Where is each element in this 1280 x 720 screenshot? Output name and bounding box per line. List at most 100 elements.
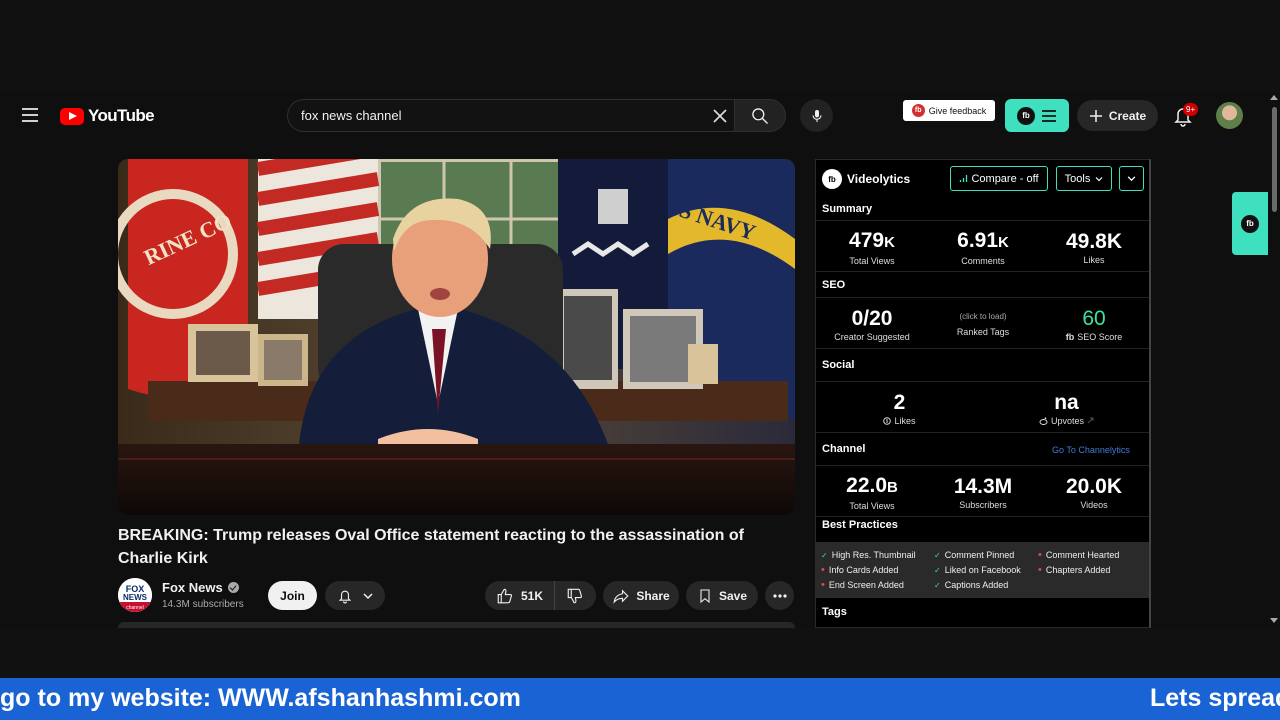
- bottom-letterbox: [0, 628, 1280, 678]
- social-likes: 2 Likes: [816, 382, 983, 434]
- scroll-up-arrow-icon[interactable]: [1270, 95, 1278, 100]
- tags-heading: Tags: [822, 606, 847, 618]
- seo-score-label: SEO Score: [1077, 331, 1123, 342]
- panel-collapse-button[interactable]: [1119, 166, 1144, 191]
- social-row: 2 Likes na Upvotes: [816, 381, 1149, 434]
- channel-subscribers: 14.3M subscribers: [162, 599, 244, 610]
- seo-creator-suggested-value: 0/20: [851, 306, 893, 330]
- chevron-down-icon: [363, 592, 373, 599]
- bar-chart-icon: [960, 175, 968, 182]
- bp-label: Liked on Facebook: [944, 565, 1021, 575]
- scroll-down-arrow-icon[interactable]: [1270, 618, 1278, 623]
- go-to-channelytics-link[interactable]: Go To Channelytics: [1052, 445, 1130, 455]
- seo-creator-suggested: 0/20 Creator Suggested: [816, 298, 928, 350]
- videolytics-header: fb Videolytics Compare - off Tools: [816, 160, 1149, 198]
- bp-end-screen-added: End Screen Added: [821, 580, 904, 590]
- channel-subscribers-label: Subscribers: [959, 499, 1007, 510]
- summary-views-label: Total Views: [849, 255, 895, 266]
- seo-score: 60 fb SEO Score: [1038, 298, 1149, 350]
- search-button[interactable]: [734, 99, 786, 132]
- channel-videos-label: Videos: [1080, 499, 1108, 510]
- video-player[interactable]: RINE CO S NAVY: [118, 159, 795, 515]
- tools-dropdown-button[interactable]: Tools: [1056, 166, 1112, 191]
- channel-subscribers: 14.3M Subscribers: [928, 466, 1038, 518]
- clear-search-icon[interactable]: [708, 104, 732, 128]
- fox-logo-text-bot: channel: [126, 605, 144, 611]
- seo-creator-suggested-label: Creator Suggested: [834, 331, 910, 342]
- share-arrow-icon: [613, 588, 629, 604]
- dislike-button[interactable]: [555, 581, 595, 610]
- channel-avatar[interactable]: FOX NEWS channel: [118, 578, 152, 612]
- save-button[interactable]: Save: [686, 581, 758, 610]
- like-button[interactable]: 51K: [485, 581, 555, 610]
- compare-toggle-button[interactable]: Compare - off: [950, 166, 1048, 191]
- create-button[interactable]: Create: [1077, 100, 1158, 131]
- plus-icon: [1089, 109, 1102, 122]
- voice-search-button[interactable]: [800, 99, 833, 132]
- like-count: 51K: [520, 588, 543, 603]
- summary-views-value: 479: [849, 228, 885, 252]
- seo-row: 0/20 Creator Suggested (click to load) R…: [816, 297, 1149, 350]
- bp-label: Comment Hearted: [1045, 550, 1120, 560]
- tools-label: Tools: [1064, 172, 1091, 185]
- social-likes-value: 2: [893, 390, 906, 414]
- videolytics-toggle-button[interactable]: fb: [1005, 99, 1069, 132]
- hamburger-menu-icon[interactable]: [18, 103, 42, 127]
- videolytics-logo-icon: fb: [1017, 106, 1035, 125]
- external-link-icon[interactable]: [1087, 417, 1094, 424]
- summary-likes-label: Likes: [1083, 254, 1105, 265]
- summary-views-unit: K: [884, 233, 895, 251]
- feedback-logo-icon: fb: [911, 104, 925, 117]
- seo-ranked-tags-label: Ranked Tags: [956, 326, 1010, 337]
- bp-label: Info Cards Added: [828, 565, 899, 575]
- bp-label: Chapters Added: [1045, 565, 1111, 575]
- chevron-down-icon: [1127, 176, 1136, 182]
- summary-comments-label: Comments: [961, 255, 1005, 266]
- videolytics-brand: fb Videolytics: [822, 169, 910, 189]
- fox-logo-text-mid: NEWS: [123, 593, 148, 602]
- bp-label: High Res. Thumbnail: [831, 550, 916, 560]
- youtube-logo[interactable]: YouTube: [60, 104, 155, 128]
- ticker-next-text: Lets spread: [1150, 684, 1280, 712]
- like-dislike-group: 51K: [485, 581, 596, 610]
- videolytics-side-tab[interactable]: fb: [1232, 192, 1268, 255]
- channel-total-views: 22.0B Total Views: [816, 466, 928, 518]
- bp-label: Captions Added: [944, 580, 1009, 590]
- social-likes-label: Likes: [894, 415, 916, 426]
- channel-subscribers-value: 14.3M: [953, 474, 1013, 498]
- scrollbar-thumb[interactable]: [1272, 107, 1277, 212]
- compare-label: Compare - off: [971, 172, 1039, 185]
- bp-label: Comment Pinned: [944, 550, 1015, 560]
- thumbs-down-icon: [567, 588, 583, 603]
- channel-videos: 20.0K Videos: [1038, 466, 1149, 518]
- social-heading: Social: [822, 359, 855, 371]
- seo-ranked-tags-hint: (click to load): [959, 311, 1007, 321]
- bp-liked-on-facebook: Liked on Facebook: [934, 565, 1021, 575]
- best-practices-list: High Res. Thumbnail Comment Pinned Comme…: [816, 542, 1149, 598]
- channel-name-link[interactable]: Fox News: [162, 580, 239, 595]
- thumbs-up-icon: [497, 588, 512, 603]
- bp-high-res-thumbnail: High Res. Thumbnail: [821, 550, 916, 560]
- create-label: Create: [1108, 108, 1147, 123]
- subscription-notifications-button[interactable]: [325, 581, 385, 610]
- bookmark-icon: [700, 588, 710, 603]
- channel-views-unit: B: [887, 478, 898, 496]
- social-upvotes-value: na: [1054, 390, 1079, 414]
- more-horizontal-icon: [772, 593, 787, 598]
- videolytics-panel: fb Videolytics Compare - off Tools Summa…: [815, 159, 1151, 628]
- seo-score-logo-icon: fb: [1065, 331, 1075, 342]
- video-frame: RINE CO S NAVY: [118, 159, 795, 515]
- best-practices-heading: Best Practices: [822, 519, 898, 531]
- search-input[interactable]: fox news channel: [287, 99, 734, 132]
- more-actions-button[interactable]: [765, 581, 794, 610]
- share-button[interactable]: Share: [603, 581, 679, 610]
- summary-comments: 6.91K Comments: [928, 221, 1038, 273]
- verified-check-icon: [227, 582, 239, 593]
- bp-comment-hearted: Comment Hearted: [1038, 550, 1120, 560]
- account-avatar[interactable]: [1216, 102, 1243, 129]
- summary-row: 479K Total Views 6.91K Comments 49.8K Li…: [816, 220, 1149, 273]
- join-button[interactable]: Join: [268, 581, 317, 610]
- seo-ranked-tags[interactable]: (click to load) Ranked Tags: [928, 298, 1038, 350]
- give-feedback-button[interactable]: fb Give feedback: [903, 100, 995, 121]
- search-icon: [752, 107, 768, 124]
